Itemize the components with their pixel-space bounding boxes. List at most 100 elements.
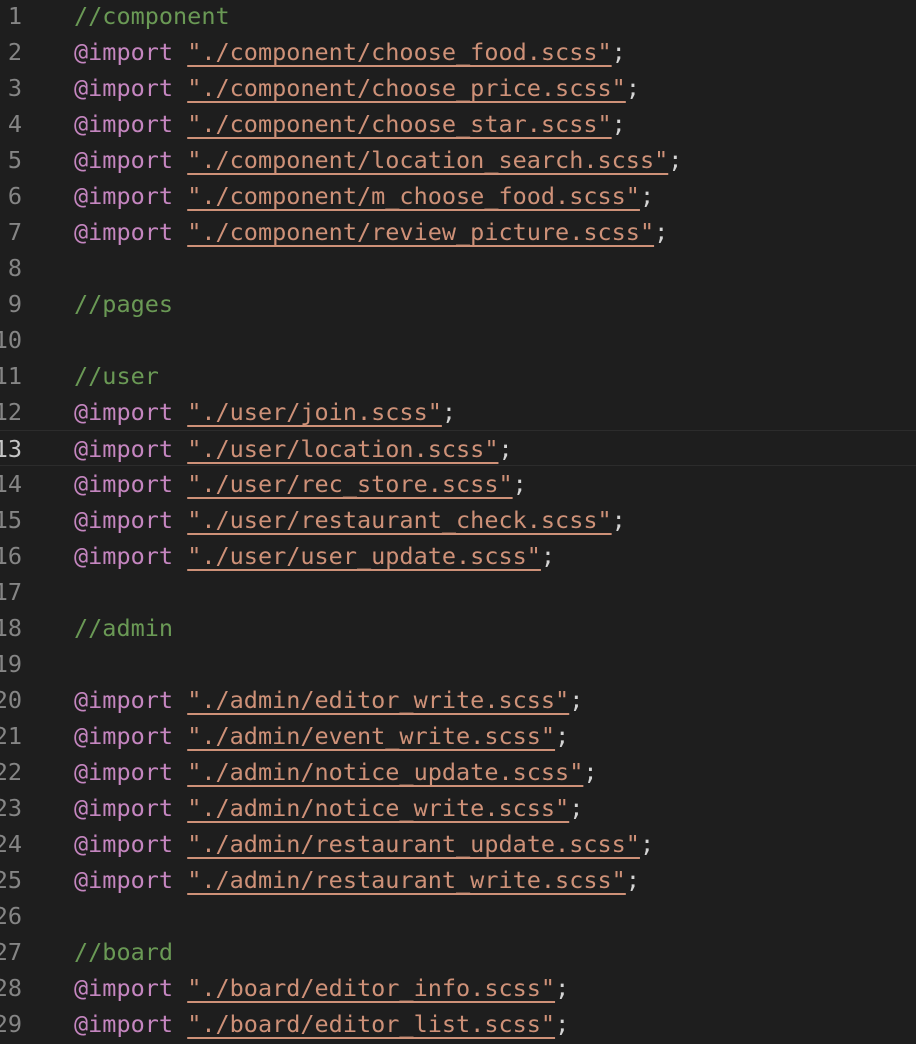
import-keyword: @import <box>74 830 174 858</box>
semicolon: ; <box>555 1010 570 1038</box>
code-line[interactable]: 22 @import "./admin/notice_update.scss"; <box>0 754 916 790</box>
line-number: 29 <box>0 1010 22 1038</box>
code-line[interactable]: 8 <box>0 250 916 286</box>
line-number: 9 <box>7 290 22 318</box>
import-path-string[interactable]: "./component/choose_star.scss" <box>187 110 611 138</box>
semicolon: ; <box>498 435 513 463</box>
import-path-string[interactable]: "./admin/notice_write.scss" <box>187 794 569 822</box>
code-editor[interactable]: 1 //component 2 @import "./component/choose… <box>0 0 916 1044</box>
code-line[interactable]: 7 @import "./component/review_picture.scs… <box>0 214 916 250</box>
semicolon: ; <box>441 398 457 426</box>
import-path-string[interactable]: "./admin/restaurant_update.scss" <box>187 830 640 858</box>
semicolon: ; <box>611 110 626 138</box>
line-number: 12 <box>0 398 22 426</box>
import-path-string[interactable]: "./user/user_update.scss" <box>187 542 541 570</box>
code-line[interactable]: 10 <box>0 322 916 358</box>
import-keyword: @import <box>74 722 174 750</box>
line-number: 28 <box>0 974 22 1002</box>
import-path-string[interactable]: "./component/location_search.scss" <box>187 146 668 174</box>
code-line[interactable]: 18 //admin <box>0 610 916 646</box>
line-code: //admin <box>74 610 173 646</box>
line-code: @import "./component/choose_price.scss"; <box>74 70 640 106</box>
import-path-string[interactable]: "./user/join.scss" <box>187 398 442 426</box>
code-line[interactable]: 16 @import "./user/user_update.scss"; <box>0 538 916 574</box>
semicolon: ; <box>555 722 570 750</box>
import-path-string[interactable]: "./component/m_choose_food.scss" <box>187 182 640 210</box>
import-path-string[interactable]: "./user/restaurant_check.scss" <box>187 506 611 534</box>
line-number: 10 <box>0 326 22 354</box>
line-number: 3 <box>7 74 22 102</box>
line-number: 24 <box>0 830 22 858</box>
import-path-string[interactable]: "./component/choose_food.scss" <box>187 38 611 66</box>
line-number: 1 <box>7 2 22 30</box>
import-path-string[interactable]: "./admin/restaurant_write.scss" <box>187 866 626 894</box>
import-path-string[interactable]: "./user/rec_store.scss" <box>187 470 512 498</box>
code-line[interactable]: 19 <box>0 646 916 682</box>
code-line[interactable]: 2 @import "./component/choose_food.scss"; <box>0 34 916 70</box>
code-line[interactable]: 4 @import "./component/choose_star.scss"; <box>0 106 916 142</box>
line-code: //board <box>74 934 173 970</box>
import-keyword: @import <box>74 1010 174 1038</box>
line-code: @import "./user/location.scss"; <box>74 431 513 467</box>
line-number: 8 <box>7 254 22 282</box>
code-line[interactable]: 20 @import "./admin/editor_write.scss"; <box>0 682 916 718</box>
semicolon: ; <box>555 974 570 1002</box>
comment-token: //user <box>74 362 159 390</box>
import-path-string[interactable]: "./admin/notice_update.scss" <box>187 758 583 786</box>
comment-token: //component <box>74 2 230 30</box>
import-keyword: @import <box>74 74 174 102</box>
code-line[interactable]: 14 @import "./user/rec_store.scss"; <box>0 466 916 502</box>
line-number: 23 <box>0 794 22 822</box>
import-path-string[interactable]: "./component/choose_price.scss" <box>187 74 626 102</box>
code-line[interactable]: 13 @import "./user/location.scss"; <box>0 430 916 466</box>
line-code: @import "./component/location_search.scs… <box>74 142 682 178</box>
code-line[interactable]: 3 @import "./component/choose_price.scss"… <box>0 70 916 106</box>
import-path-string[interactable]: "./component/review_picture.scss" <box>187 218 654 246</box>
semicolon: ; <box>639 182 655 210</box>
import-keyword: @import <box>74 38 174 66</box>
line-number: 16 <box>0 542 22 570</box>
line-code: //user <box>74 358 159 394</box>
semicolon: ; <box>611 506 626 534</box>
line-number: 7 <box>7 218 22 246</box>
line-code: @import "./user/rec_store.scss"; <box>74 466 527 502</box>
code-line[interactable]: 21 @import "./admin/event_write.scss"; <box>0 718 916 754</box>
semicolon: ; <box>639 830 655 858</box>
line-number: 19 <box>0 650 22 678</box>
line-code: @import "./component/choose_food.scss"; <box>74 34 626 70</box>
line-code: @import "./board/editor_list.scss"; <box>74 1006 569 1042</box>
code-line[interactable]: 29 @import "./board/editor_list.scss"; <box>0 1006 916 1042</box>
import-path-string[interactable]: "./board/editor_list.scss" <box>187 1010 555 1038</box>
code-line[interactable]: 28 @import "./board/editor_info.scss"; <box>0 970 916 1006</box>
line-number: 5 <box>7 146 22 174</box>
code-line[interactable]: 12 @import "./user/join.scss"; <box>0 394 916 430</box>
line-code: @import "./admin/notice_write.scss"; <box>74 790 583 826</box>
import-keyword: @import <box>74 110 174 138</box>
code-line[interactable]: 24 @import "./admin/restaurant_update.scs… <box>0 826 916 862</box>
code-line[interactable]: 17 <box>0 574 916 610</box>
semicolon: ; <box>583 758 598 786</box>
line-number: 25 <box>0 866 22 894</box>
code-line[interactable]: 6 @import "./component/m_choose_food.scss… <box>0 178 916 214</box>
line-code: @import "./admin/restaurant_write.scss"; <box>74 862 640 898</box>
line-code: @import "./component/m_choose_food.scss"… <box>74 178 654 214</box>
import-path-string[interactable]: "./admin/editor_write.scss" <box>187 686 569 714</box>
code-line[interactable]: 5 @import "./component/location_search.sc… <box>0 142 916 178</box>
code-line[interactable]: 23 @import "./admin/notice_write.scss"; <box>0 790 916 826</box>
code-line[interactable]: 25 @import "./admin/restaurant_write.scss… <box>0 862 916 898</box>
comment-token: //board <box>74 938 174 966</box>
code-line[interactable]: 1 //component <box>0 0 916 34</box>
import-keyword: @import <box>74 506 174 534</box>
code-line[interactable]: 11 //user <box>0 358 916 394</box>
import-path-string[interactable]: "./admin/event_write.scss" <box>187 722 555 750</box>
code-line[interactable]: 27 //board <box>0 934 916 970</box>
line-number: 22 <box>0 758 22 786</box>
code-line[interactable]: 9 //pages <box>0 286 916 322</box>
import-path-string[interactable]: "./board/editor_info.scss" <box>187 974 555 1002</box>
semicolon: ; <box>569 686 584 714</box>
line-code: //component <box>74 0 230 34</box>
import-path-string[interactable]: "./user/location.scss" <box>187 435 498 463</box>
code-line[interactable]: 15 @import "./user/restaurant_check.scss"… <box>0 502 916 538</box>
code-line[interactable]: 26 <box>0 898 916 934</box>
import-keyword: @import <box>74 146 174 174</box>
